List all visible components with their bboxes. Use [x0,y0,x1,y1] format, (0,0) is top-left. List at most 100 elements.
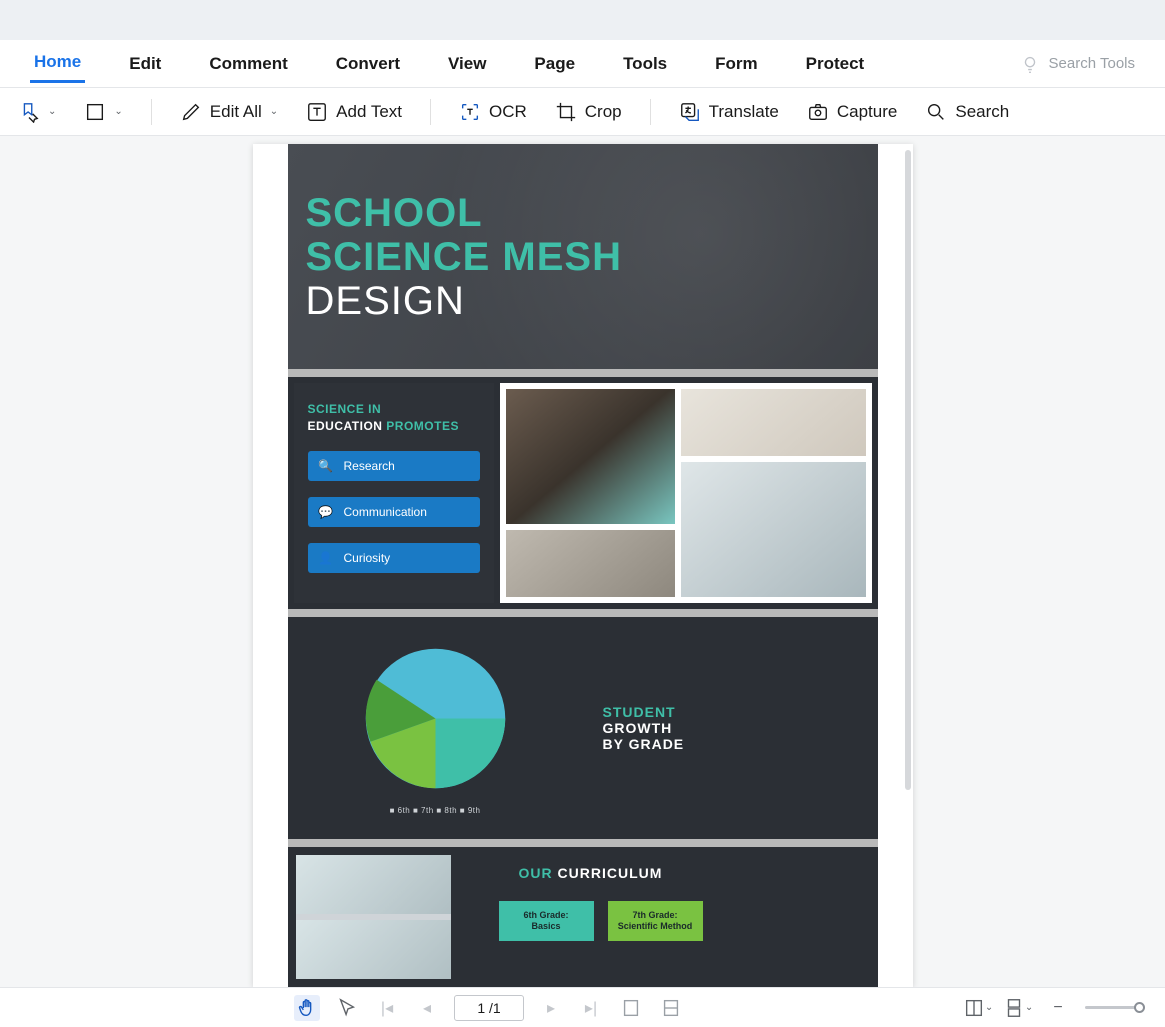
zoom-slider[interactable] [1085,1006,1145,1009]
edit-all-label: Edit All [210,102,262,122]
pencil-icon [180,101,202,123]
last-page-button[interactable]: ▸| [578,995,604,1021]
chart-legend: ■ 6th ■ 7th ■ 8th ■ 9th [390,806,481,815]
photo-placeholder [296,855,451,914]
crop-tool[interactable]: Crop [555,101,622,123]
menu-protect[interactable]: Protect [802,46,869,82]
promotes-line-3: PROMOTES [386,419,459,433]
title-line-1: SCHOOL [306,191,483,235]
title-bar [0,0,1165,40]
curriculum-our: OUR [519,865,553,881]
crop-label: Crop [585,102,622,122]
photo-placeholder [506,530,676,597]
next-page-button[interactable]: ▸ [538,995,564,1021]
translate-tool[interactable]: Translate [679,101,779,123]
edit-all-tool[interactable]: Edit All ⌄ [180,101,278,123]
slider-knob[interactable] [1134,1002,1145,1013]
menu-view[interactable]: View [444,46,490,82]
menu-tools[interactable]: Tools [619,46,671,82]
growth-line-2: GROWTH [603,720,878,736]
shape-tool-dropdown[interactable]: ⌄ [84,101,122,123]
chat-icon: 💬 [318,504,334,520]
slide-growth: ■ 6th ■ 7th ■ 8th ■ 9th STUDENT GROWTH B… [288,617,878,839]
promote-item-communication: 💬 Communication [308,497,480,527]
document-viewer[interactable]: SCHOOL SCIENCE MESH DESIGN SCIENCE IN ED… [0,136,1165,987]
menu-convert[interactable]: Convert [332,46,404,82]
view-mode-2[interactable]: ⌄ [1005,995,1031,1021]
camera-icon [807,101,829,123]
ocr-tool[interactable]: OCR [459,101,527,123]
search-tools[interactable]: Search Tools [1019,53,1135,75]
select-mode-button[interactable] [334,995,360,1021]
promote-label: Communication [344,505,427,519]
translate-icon [679,101,701,123]
menu-form[interactable]: Form [711,46,762,82]
growth-line-3: BY GRADE [603,736,878,752]
head-icon: 👤 [318,550,334,566]
slide-curriculum: OUR CURRICULUM 6th Grade: Basics 7th Gra… [288,847,878,987]
promote-label: Curiosity [344,551,391,565]
curriculum-heading: OUR CURRICULUM [519,865,868,881]
title-line-2: SCIENCE MESH [306,235,623,279]
photo-placeholder [296,920,451,979]
menu-home[interactable]: Home [30,44,85,83]
curriculum-boxes: 6th Grade: Basics 7th Grade: Scientific … [499,901,868,941]
total-pages: 1 [493,1000,501,1016]
search-tool[interactable]: Search [925,101,1009,123]
toolbar-divider [151,99,152,125]
bookmark-cursor-icon [18,101,40,123]
menu-edit[interactable]: Edit [125,46,165,82]
hand-mode-button[interactable] [294,995,320,1021]
search-tools-placeholder: Search Tools [1049,55,1135,72]
hand-tool-dropdown[interactable]: ⌄ [18,101,56,123]
crop-icon [555,101,577,123]
lightbulb-icon [1019,53,1041,75]
add-text-tool[interactable]: Add Text [306,101,402,123]
image-column-right [681,389,865,597]
fit-page-button[interactable] [658,995,684,1021]
toolbar-divider [430,99,431,125]
pie-chart [358,641,513,796]
scrollbar[interactable] [905,150,911,790]
search-icon: 🔍 [318,458,334,474]
fit-width-button[interactable] [618,995,644,1021]
menu-comment[interactable]: Comment [205,46,291,82]
chevron-down-icon: ⌄ [270,106,278,117]
capture-tool[interactable]: Capture [807,101,897,123]
cursor-icon [336,997,358,1019]
prev-page-button[interactable]: ◂ [414,995,440,1021]
text-icon [306,101,328,123]
promote-item-research: 🔍 Research [308,451,480,481]
curriculum-images [296,855,451,979]
zoom-out-button[interactable]: − [1045,995,1071,1021]
translate-label: Translate [709,102,779,122]
toolbar-divider [650,99,651,125]
page-shell: SCHOOL SCIENCE MESH DESIGN SCIENCE IN ED… [253,144,913,987]
curriculum-box-7th: 7th Grade: Scientific Method [608,901,703,941]
menu-page[interactable]: Page [530,46,579,82]
slide-promotes: SCIENCE IN EDUCATION PROMOTES 🔍 Research… [288,377,878,609]
document-content: SCHOOL SCIENCE MESH DESIGN SCIENCE IN ED… [288,144,878,987]
view-mode-1[interactable]: ⌄ [965,995,991,1021]
title-line-3: DESIGN [306,279,465,323]
add-text-label: Add Text [336,102,402,122]
first-page-button[interactable]: |◂ [374,995,400,1021]
slider-track [1085,1006,1145,1009]
photo-placeholder [681,389,865,456]
box-line-1: 6th Grade: [523,910,568,921]
growth-line-1: STUDENT [603,704,878,720]
page-indicator[interactable]: 1 /1 [454,995,524,1021]
promotes-heading: SCIENCE IN EDUCATION PROMOTES [308,401,480,435]
hand-icon [296,997,318,1019]
scroll-icon [1003,997,1025,1019]
growth-text: STUDENT GROWTH BY GRADE [583,617,878,839]
capture-label: Capture [837,102,897,122]
slide-title: SCHOOL SCIENCE MESH DESIGN [288,144,878,369]
box-line-2: Basics [531,921,560,932]
ocr-label: OCR [489,102,527,122]
photo-placeholder [506,389,676,524]
curriculum-rest: CURRICULUM [558,865,663,881]
curriculum-main: OUR CURRICULUM 6th Grade: Basics 7th Gra… [459,847,878,987]
document-title: SCHOOL SCIENCE MESH DESIGN [306,191,878,323]
box-line-1: 7th Grade: [632,910,677,921]
